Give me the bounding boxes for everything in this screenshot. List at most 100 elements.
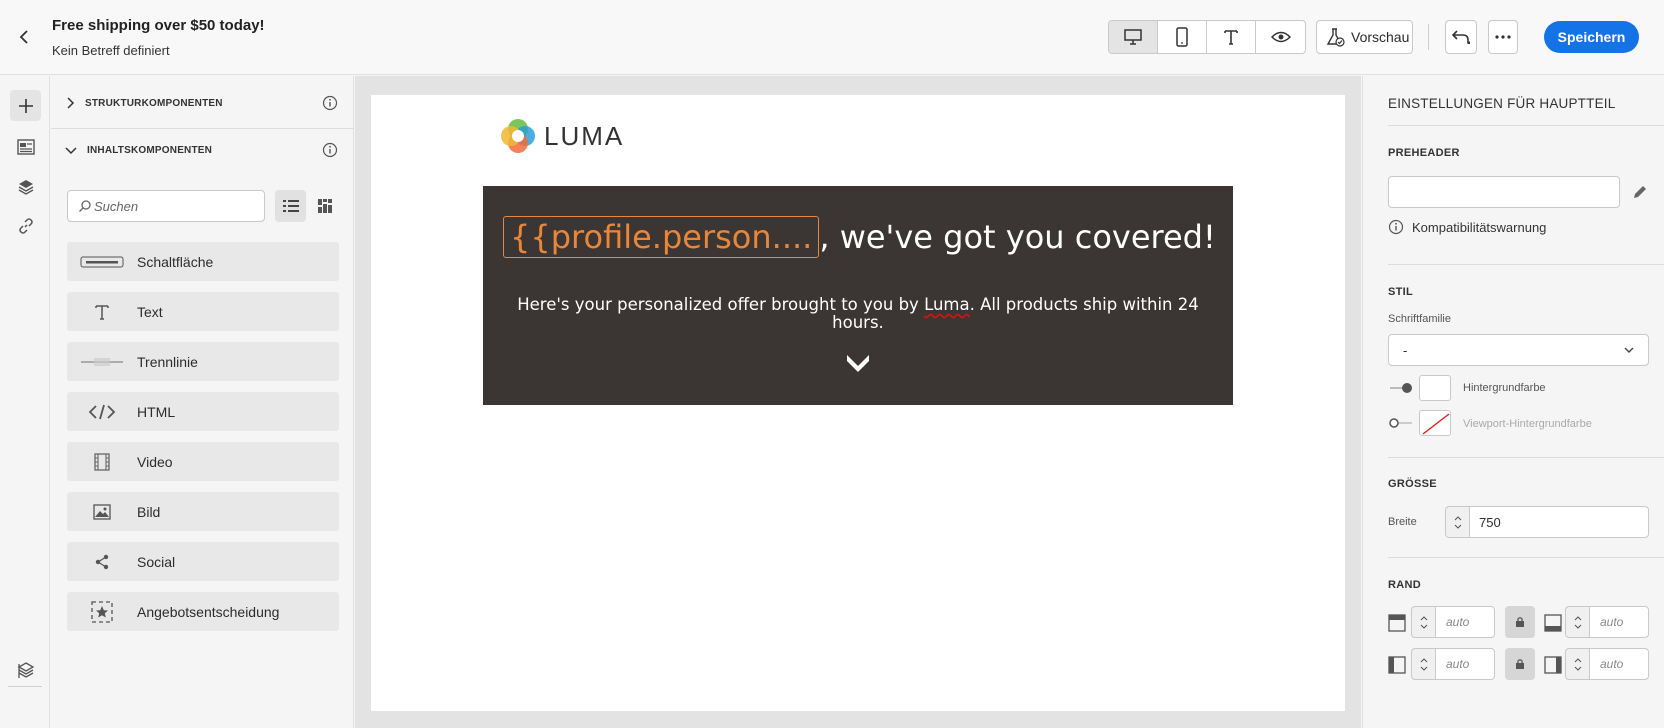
- size-label: GRÖSSE: [1388, 478, 1437, 490]
- margin-right-stepper[interactable]: [1565, 648, 1589, 680]
- margin-left-input[interactable]: auto: [1435, 648, 1495, 680]
- margin-top-icon: [1388, 614, 1406, 632]
- bg-color-toggle[interactable]: [1389, 382, 1413, 394]
- luma-logo[interactable]: LUMA: [498, 116, 624, 156]
- chevron-up-icon: [1454, 515, 1461, 520]
- font-family-select[interactable]: -: [1388, 334, 1649, 366]
- eye-icon: [1270, 31, 1291, 43]
- mobile-view-button[interactable]: [1158, 21, 1207, 53]
- width-stepper[interactable]: [1445, 506, 1469, 538]
- margin-top-input[interactable]: auto: [1435, 606, 1495, 638]
- lock-icon: [1516, 659, 1524, 669]
- component-label: Schaltfläche: [137, 253, 214, 270]
- preview-button[interactable]: Vorschau: [1316, 20, 1413, 54]
- chevron-down-icon: [1574, 666, 1581, 671]
- more-options-button[interactable]: [1488, 20, 1518, 54]
- margin-lock-button[interactable]: [1505, 648, 1535, 680]
- style-label: STIL: [1388, 286, 1414, 298]
- text-icon: [95, 304, 109, 320]
- personalization-token[interactable]: {{profile.person....: [503, 216, 820, 258]
- margin-right-input[interactable]: auto: [1589, 648, 1649, 680]
- preheader-label: PREHEADER: [1388, 147, 1460, 159]
- info-icon: [1388, 219, 1404, 235]
- hero-body-text[interactable]: Here's your personalized offer brought t…: [513, 296, 1203, 332]
- margin-lock-button[interactable]: [1505, 606, 1535, 638]
- settings-title: EINSTELLUNGEN FÜR HAUPTTEIL: [1388, 96, 1616, 111]
- compatibility-warning[interactable]: Kompatibilitätswarnung: [1388, 219, 1546, 235]
- info-icon[interactable]: [322, 142, 338, 158]
- search-input[interactable]: [94, 198, 254, 214]
- font-family-value: -: [1403, 342, 1408, 358]
- message-subject: Kein Betreff definiert: [52, 43, 170, 58]
- desktop-view-button[interactable]: [1109, 21, 1158, 53]
- margin-label: RAND: [1388, 579, 1421, 591]
- add-components-button[interactable]: [10, 90, 41, 121]
- layers-button[interactable]: [10, 171, 41, 202]
- chevron-up-icon: [1420, 657, 1427, 662]
- content-components-header[interactable]: INHALTSKOMPONENTEN: [65, 140, 212, 160]
- view-mode-group: [1108, 20, 1306, 54]
- fragments-button[interactable]: [10, 131, 41, 162]
- divider-icon: [81, 357, 123, 366]
- chevron-up-icon: [1420, 615, 1427, 620]
- chevron-down-icon: [1574, 624, 1581, 629]
- offer-icon: [91, 600, 113, 623]
- bg-color-swatch[interactable]: [1419, 375, 1451, 401]
- margin-bottom-input[interactable]: auto: [1589, 606, 1649, 638]
- list-view-button[interactable]: [275, 190, 306, 222]
- fragments-icon: [16, 138, 35, 155]
- info-icon[interactable]: [322, 95, 338, 111]
- component-label: Bild: [137, 503, 161, 520]
- body-text-before: Here's your personalized offer brought t…: [517, 295, 925, 314]
- component-image[interactable]: Bild: [67, 492, 339, 531]
- component-text[interactable]: Text: [67, 292, 339, 331]
- component-offer-decision[interactable]: Angebotsentscheidung: [67, 592, 339, 631]
- luma-logo-icon: [501, 119, 535, 153]
- body-brand-word: Luma: [924, 295, 970, 314]
- button-icon: [80, 256, 124, 267]
- undo-button[interactable]: [1445, 20, 1477, 54]
- links-button[interactable]: [10, 210, 41, 241]
- layers-icon: [18, 179, 33, 195]
- preview-eye-button[interactable]: [1256, 21, 1305, 53]
- component-social[interactable]: Social: [67, 542, 339, 581]
- settings-separator: [1388, 557, 1664, 558]
- undo-icon: [1451, 30, 1470, 44]
- code-icon: [88, 404, 116, 419]
- component-video[interactable]: Video: [67, 442, 339, 481]
- margin-top-stepper[interactable]: [1411, 606, 1435, 638]
- component-button[interactable]: Schaltfläche: [67, 242, 339, 281]
- grid-icon: [317, 199, 332, 213]
- margin-left-icon: [1388, 656, 1406, 674]
- width-input[interactable]: 750: [1469, 506, 1649, 538]
- margin-bottom-stepper[interactable]: [1565, 606, 1589, 638]
- grid-view-button[interactable]: [309, 190, 340, 222]
- chevron-down-icon: [1420, 666, 1427, 671]
- preview-label: Vorschau: [1351, 29, 1410, 45]
- back-icon[interactable]: [14, 27, 34, 47]
- message-title: Free shipping over $50 today!: [52, 17, 265, 34]
- desktop-icon: [1124, 29, 1142, 45]
- viewport-bg-swatch[interactable]: [1419, 410, 1451, 436]
- lock-icon: [1516, 617, 1524, 627]
- preheader-input[interactable]: [1388, 176, 1620, 208]
- hero-block[interactable]: {{profile.person.... , we've got you cov…: [483, 186, 1233, 405]
- hero-heading[interactable]: {{profile.person.... , we've got you cov…: [503, 216, 1216, 258]
- viewport-bg-toggle[interactable]: [1389, 417, 1413, 429]
- margin-left-stepper[interactable]: [1411, 648, 1435, 680]
- top-header: Free shipping over $50 today! Kein Betre…: [0, 0, 1664, 75]
- component-divider[interactable]: Trennlinie: [67, 342, 339, 381]
- pencil-icon[interactable]: [1632, 184, 1648, 200]
- structure-components-header[interactable]: STRUKTURKOMPONENTEN: [65, 93, 223, 113]
- component-html[interactable]: HTML: [67, 392, 339, 431]
- left-rail: [0, 76, 50, 728]
- text-icon: [1224, 30, 1238, 45]
- component-label: Text: [137, 303, 163, 320]
- save-button[interactable]: Speichern: [1544, 21, 1639, 53]
- logo-text: LUMA: [544, 120, 625, 151]
- text-view-button[interactable]: [1207, 21, 1256, 53]
- width-label: Breite: [1388, 516, 1417, 528]
- layers-settings-button[interactable]: [10, 654, 41, 685]
- bg-color-label: Hintergrundfarbe: [1463, 382, 1546, 394]
- no-color-icon: [1422, 413, 1450, 435]
